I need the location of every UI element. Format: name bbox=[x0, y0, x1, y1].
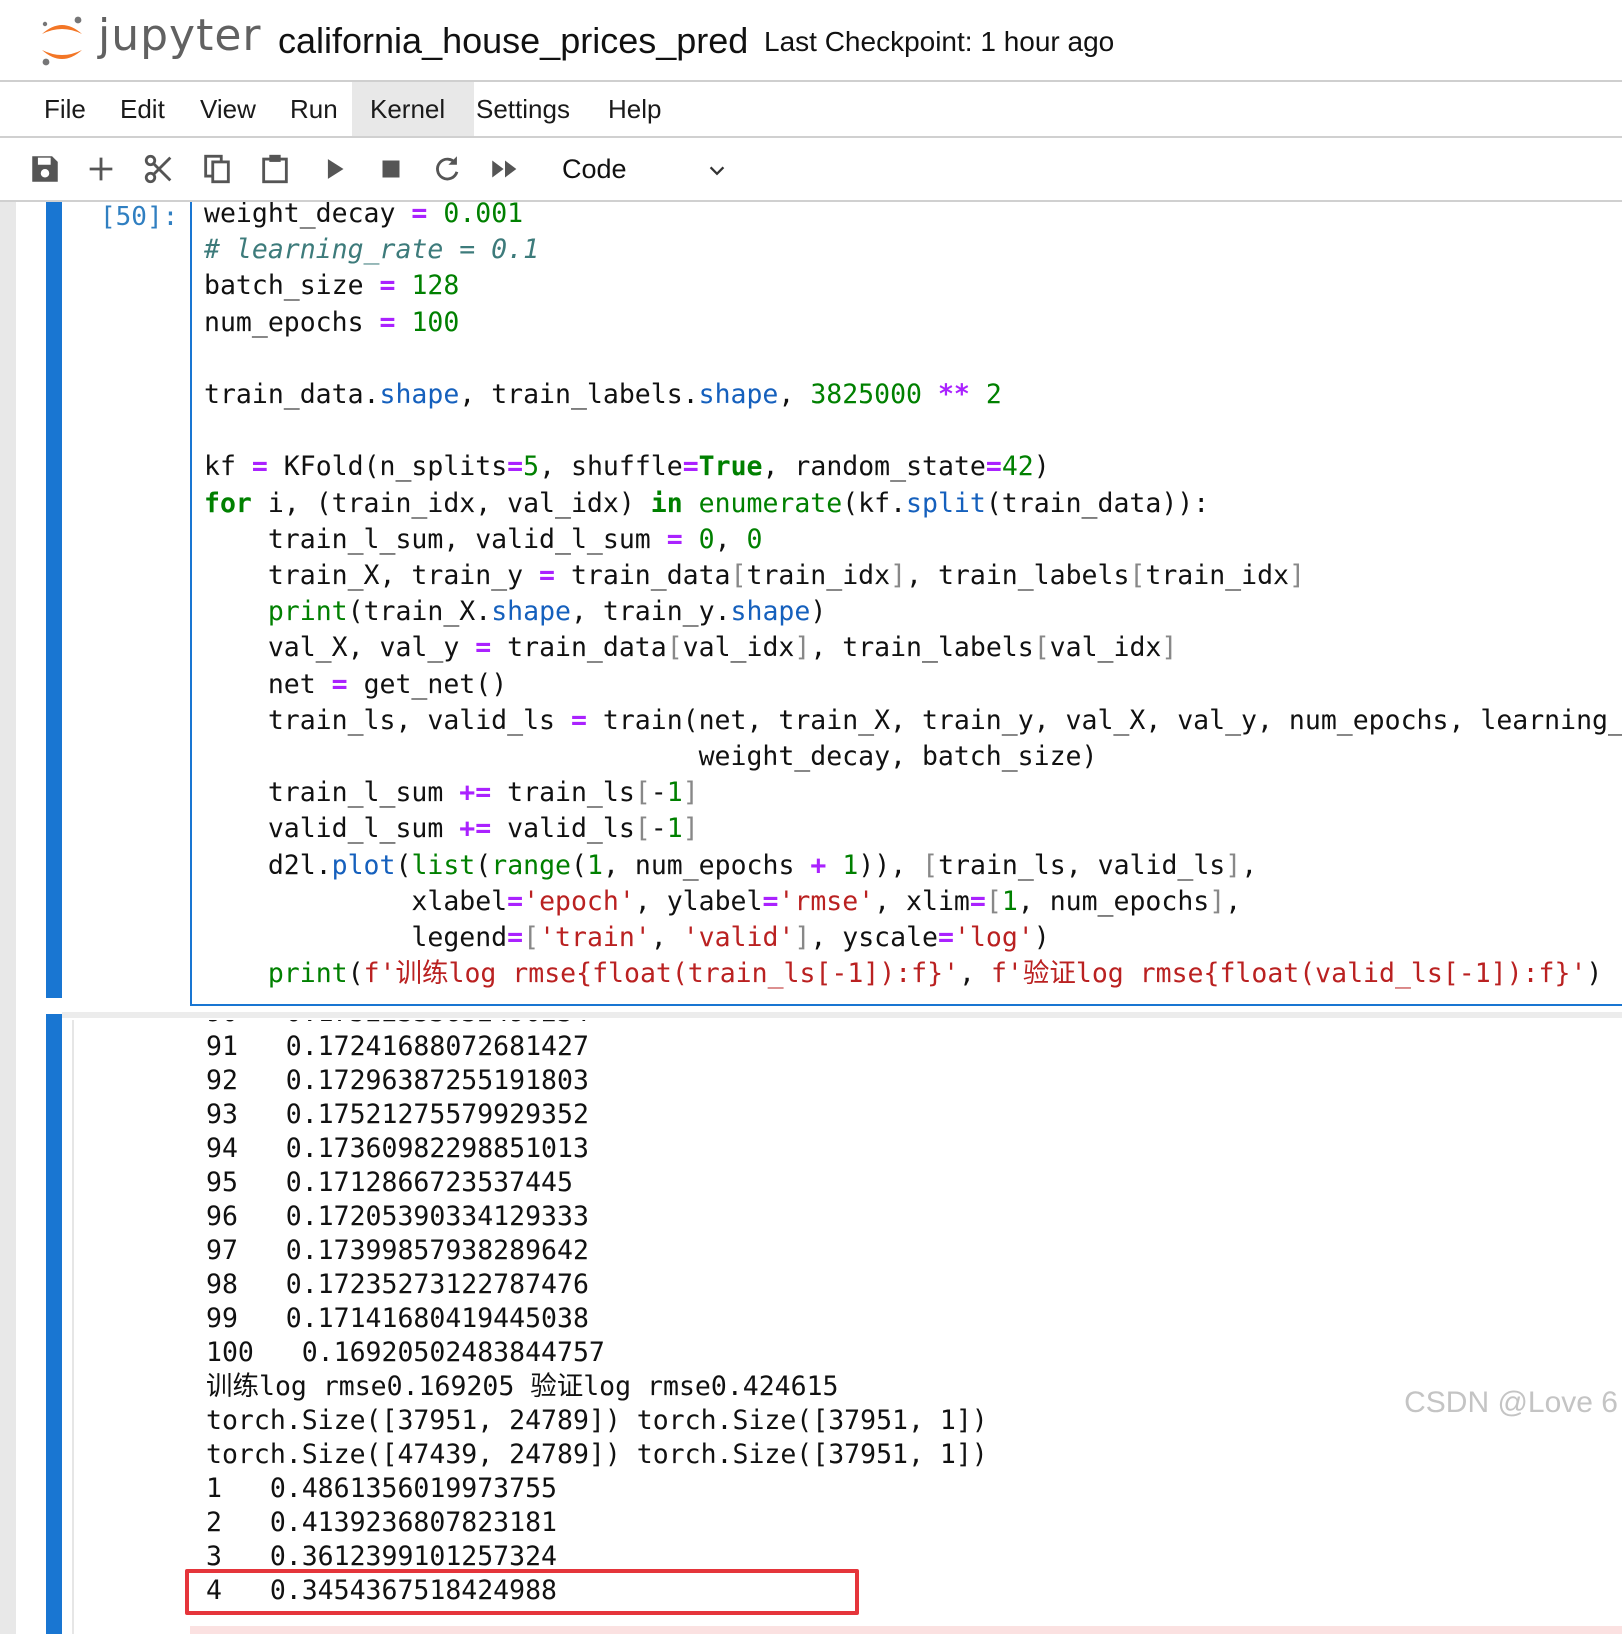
code-line: num_epochs = 100 bbox=[204, 306, 460, 338]
menu-view[interactable]: View bbox=[182, 82, 274, 136]
execution-count: [50]: bbox=[100, 202, 179, 232]
output-line: 3 0.3612399101257324 bbox=[206, 1541, 557, 1572]
code-line: train_ls, valid_ls = train(net, train_X,… bbox=[204, 704, 1622, 736]
output-area: 90 0.17522333632490234 91 0.172416880726… bbox=[72, 1020, 1622, 1634]
notebook-toolbar: Code bbox=[0, 138, 1622, 202]
menu-kernel[interactable]: Kernel bbox=[352, 82, 474, 136]
output-line-highlighted: 训练log rmse0.169205 验证log rmse0.424615 bbox=[206, 1371, 839, 1402]
menubar: File Edit View Run Kernel Settings Help bbox=[0, 82, 1622, 138]
input-collapser[interactable] bbox=[46, 202, 62, 998]
output-line: 1 0.4861356019973755 bbox=[206, 1473, 557, 1504]
output-line: 99 0.17141680419445038 bbox=[206, 1303, 589, 1334]
output-line: torch.Size([37951, 24789]) torch.Size([3… bbox=[206, 1405, 988, 1436]
output-line: torch.Size([47439, 24789]) torch.Size([3… bbox=[206, 1439, 988, 1470]
watermark: CSDN @Love 6 bbox=[1404, 1386, 1618, 1419]
app-header: jupyter california_house_prices_pred Las… bbox=[0, 0, 1622, 82]
code-line: valid_l_sum += valid_ls[-1] bbox=[204, 813, 699, 845]
output-line: 100 0.16920502483844757 bbox=[206, 1337, 605, 1368]
code-content[interactable]: weight_decay = 0.001 # learning_rate = 0… bbox=[204, 202, 1622, 992]
code-line: kf = KFold(n_splits=5, shuffle=True, ran… bbox=[204, 451, 1050, 483]
code-line: print(train_X.shape, train_y.shape) bbox=[267, 596, 827, 628]
output-collapser[interactable] bbox=[46, 1014, 62, 1634]
paste-icon[interactable] bbox=[258, 152, 292, 186]
notebook-title[interactable]: california_house_prices_pred bbox=[278, 20, 748, 62]
output-line: 96 0.17205390334129333 bbox=[206, 1201, 589, 1232]
jupyter-logo-icon[interactable] bbox=[38, 12, 86, 68]
output-line: 95 0.1712866723537445 bbox=[206, 1167, 573, 1198]
restart-icon[interactable] bbox=[430, 152, 464, 186]
code-line: train_X, train_y = train_data[train_idx]… bbox=[204, 560, 1305, 592]
checkpoint-status: Last Checkpoint: 1 hour ago bbox=[764, 26, 1115, 57]
code-line: d2l.plot(list(range(1, num_epochs + 1)),… bbox=[204, 849, 1258, 881]
code-line: xlabel='epoch', ylabel='rmse', xlim=[1, … bbox=[204, 885, 1242, 917]
code-line: # learning_rate = 0.1 bbox=[204, 234, 540, 266]
code-line: val_X, val_y = train_data[val_idx], trai… bbox=[204, 632, 1178, 664]
chevron-down-icon[interactable] bbox=[706, 160, 728, 182]
run-icon[interactable] bbox=[318, 152, 352, 186]
menu-settings[interactable]: Settings bbox=[458, 82, 588, 136]
left-rail bbox=[0, 202, 16, 1634]
save-icon[interactable] bbox=[28, 152, 62, 186]
output-line: 90 0.17522333632490234 bbox=[206, 1020, 589, 1028]
code-line: train_l_sum += train_ls[-1] bbox=[204, 777, 699, 809]
code-line: train_l_sum, valid_l_sum = 0, 0 bbox=[204, 523, 763, 555]
code-line: train_data.shape, train_labels.shape, 38… bbox=[204, 379, 1002, 411]
output-line: 94 0.17360982298851013 bbox=[206, 1133, 589, 1164]
code-line: for i, (train_idx, val_idx) in enumerate… bbox=[204, 487, 1210, 519]
cell-divider bbox=[62, 1012, 1622, 1018]
code-editor[interactable]: weight_decay = 0.001 # learning_rate = 0… bbox=[190, 202, 1622, 1006]
notebook-panel: [50]: weight_decay = 0.001 # learning_ra… bbox=[0, 202, 1622, 1634]
stop-icon[interactable] bbox=[374, 152, 408, 186]
output-text: 90 0.17522333632490234 91 0.172416880726… bbox=[206, 1020, 988, 1608]
menu-help[interactable]: Help bbox=[590, 82, 679, 136]
output-line: 91 0.17241688072681427 bbox=[206, 1031, 589, 1062]
add-icon[interactable] bbox=[84, 152, 118, 186]
next-cell-edge bbox=[190, 1626, 1622, 1634]
code-line: weight_decay, batch_size) bbox=[204, 741, 1098, 773]
output-line: 97 0.17399857938289642 bbox=[206, 1235, 589, 1266]
output-line: 92 0.17296387255191803 bbox=[206, 1065, 589, 1096]
code-line: legend=['train', 'valid'], yscale='log') bbox=[204, 922, 1050, 954]
jupyter-wordmark: jupyter bbox=[98, 10, 262, 61]
menu-file[interactable]: File bbox=[26, 82, 104, 136]
output-line: 98 0.17235273122787476 bbox=[206, 1269, 589, 1300]
fast-forward-icon[interactable] bbox=[488, 152, 522, 186]
code-line: batch_size = 128 bbox=[204, 270, 460, 302]
cut-icon[interactable] bbox=[142, 152, 176, 186]
highlight-annotation-box bbox=[185, 1569, 859, 1615]
output-line: 2 0.4139236807823181 bbox=[206, 1507, 557, 1538]
menu-edit[interactable]: Edit bbox=[102, 82, 183, 136]
code-line: print(f'训练log rmse{float(train_ls[-1]):f… bbox=[267, 958, 1603, 990]
code-line: weight_decay = 0.001 bbox=[204, 202, 524, 229]
code-line: net = get_net() bbox=[204, 668, 508, 700]
menu-run[interactable]: Run bbox=[272, 82, 356, 136]
output-line: 93 0.17521275579929352 bbox=[206, 1099, 589, 1130]
copy-icon[interactable] bbox=[200, 152, 234, 186]
